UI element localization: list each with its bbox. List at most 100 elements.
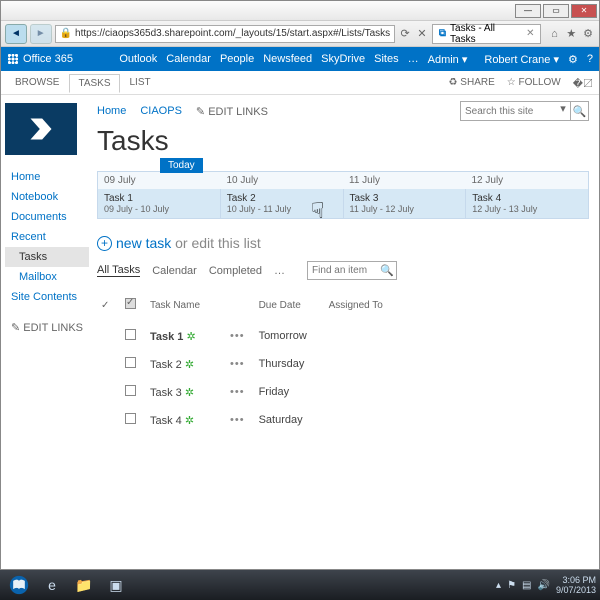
suite-link[interactable]: Admin ▾ (428, 53, 468, 66)
checkbox[interactable] (125, 413, 136, 424)
suite-brand: Office 365 (23, 53, 73, 65)
ribbon-tab-browse[interactable]: BROWSE (7, 74, 67, 91)
checkbox[interactable] (125, 329, 136, 340)
item-menu-icon[interactable]: ••• (230, 386, 245, 398)
nav-edit-links[interactable]: ✎ EDIT LINKS (5, 317, 89, 338)
col-taskname[interactable]: Task Name (146, 294, 226, 322)
find-icon[interactable]: 🔍 (378, 264, 396, 277)
suite-link[interactable]: … (408, 53, 419, 65)
bc-home[interactable]: Home (97, 105, 126, 117)
left-column: Home Notebook Documents Recent Tasks Mai… (1, 95, 93, 569)
browser-tab[interactable]: ⧉Tasks - All Tasks✕ (432, 24, 542, 44)
checkbox[interactable] (125, 357, 136, 368)
plus-icon: + (97, 236, 112, 251)
suite-link[interactable]: People (220, 53, 254, 65)
favorites-icon[interactable]: ★ (564, 27, 578, 41)
home-icon[interactable]: ⌂ (547, 27, 561, 41)
minimize-button[interactable]: — (515, 4, 541, 18)
tray-network-icon[interactable]: ▤ (522, 580, 531, 591)
share-button[interactable]: ♻ SHARE (449, 77, 495, 88)
timeline-date: 12 July (466, 172, 589, 189)
search-button[interactable]: 🔍 (570, 102, 588, 120)
nav-tasks[interactable]: Tasks (5, 247, 89, 267)
nav-sitecontents[interactable]: Site Contents (5, 287, 89, 307)
new-badge-icon: ✲ (185, 359, 194, 371)
focus-icon[interactable]: �〼 (573, 75, 593, 90)
nav-notebook[interactable]: Notebook (5, 187, 89, 207)
view-selector: All Tasks Calendar Completed … 🔍 (97, 261, 589, 280)
taskbar-explorer-icon[interactable]: 📁 (70, 573, 98, 597)
stop-icon[interactable]: ✕ (415, 27, 429, 41)
user-menu[interactable]: Robert Crane ▾ (484, 53, 559, 66)
search-input[interactable] (461, 102, 556, 120)
ribbon-tab-tasks[interactable]: TASKS (69, 74, 119, 93)
view-more[interactable]: … (274, 265, 285, 277)
tray-up-icon[interactable]: ▴ (496, 580, 501, 591)
timeline-task[interactable]: Task 109 July - 10 July (98, 189, 221, 218)
view-all[interactable]: All Tasks (97, 264, 140, 277)
clock[interactable]: 3:06 PM9/07/2013 (556, 575, 596, 595)
title-bar: — ▭ ✕ (1, 1, 599, 21)
find-box[interactable]: 🔍 (307, 261, 397, 280)
refresh-icon[interactable]: ⟳ (398, 27, 412, 41)
follow-button[interactable]: ☆ FOLLOW (507, 77, 561, 88)
bc-edit-links[interactable]: EDIT LINKS (196, 105, 268, 118)
check-all-icon[interactable]: ✓ (101, 300, 109, 311)
suite-link[interactable]: Calendar (166, 53, 211, 65)
timeline-date: 11 July (343, 172, 466, 189)
nav-mailbox[interactable]: Mailbox (5, 267, 89, 287)
tools-icon[interactable]: ⚙ (581, 27, 595, 41)
main-column: Home CIAOPS EDIT LINKS ▾ 🔍 Tasks Today 0… (93, 95, 599, 569)
find-input[interactable] (308, 265, 378, 276)
suite-link[interactable]: SkyDrive (321, 53, 365, 65)
taskbar-ie-icon[interactable]: e (38, 573, 66, 597)
settings-icon[interactable]: ⚙ (568, 53, 578, 66)
table-row[interactable]: Task 3 ✲ ••• Friday (97, 378, 589, 406)
taskbar-app-icon[interactable]: ▣ (102, 573, 130, 597)
site-logo[interactable] (5, 103, 77, 155)
start-button[interactable] (4, 571, 34, 599)
item-menu-icon[interactable]: ••• (230, 358, 245, 370)
new-badge-icon: ✲ (185, 387, 194, 399)
item-menu-icon[interactable]: ••• (230, 330, 245, 342)
suite-link[interactable]: Outlook (119, 53, 157, 65)
item-menu-icon[interactable]: ••• (230, 414, 245, 426)
search-box[interactable]: ▾ 🔍 (460, 101, 589, 121)
col-duedate[interactable]: Due Date (255, 294, 325, 322)
bc-site[interactable]: CIAOPS (140, 105, 182, 117)
help-icon[interactable]: ? (587, 53, 593, 65)
timeline-task[interactable]: Task 311 July - 12 July (344, 189, 467, 218)
search-dropdown-icon[interactable]: ▾ (556, 102, 570, 120)
timeline-task[interactable]: Task 210 July - 11 July (221, 189, 344, 218)
view-completed[interactable]: Completed (209, 265, 262, 277)
maximize-button[interactable]: ▭ (543, 4, 569, 18)
col-assigned[interactable]: Assigned To (325, 294, 589, 322)
tray-flag-icon[interactable]: ⚑ (507, 580, 516, 591)
timeline: Today 09 July 10 July 11 July 12 July Ta… (97, 171, 589, 219)
task-table: ✓ Task Name Due Date Assigned To Task 1 … (97, 294, 589, 434)
ribbon-tab-list[interactable]: LIST (122, 74, 159, 91)
timeline-task[interactable]: Task 412 July - 13 July (466, 189, 588, 218)
table-row[interactable]: Task 1 ✲ ••• Tomorrow (97, 322, 589, 350)
view-calendar[interactable]: Calendar (152, 265, 197, 277)
nav-recent[interactable]: Recent (5, 227, 89, 247)
forward-button[interactable]: ► (30, 24, 52, 44)
tray-volume-icon[interactable]: 🔊 (538, 580, 550, 591)
nav-documents[interactable]: Documents (5, 207, 89, 227)
checkbox[interactable] (125, 385, 136, 396)
tab-close-icon[interactable]: ✕ (526, 28, 534, 39)
quick-launch: Home Notebook Documents Recent Tasks Mai… (5, 167, 89, 338)
back-button[interactable]: ◄ (5, 24, 27, 44)
table-row[interactable]: Task 2 ✲ ••• Thursday (97, 350, 589, 378)
url-field[interactable]: 🔒https://ciaops365d3.sharepoint.com/_lay… (55, 25, 396, 43)
app-launcher-icon[interactable] (7, 53, 19, 65)
complete-header-icon[interactable] (125, 298, 136, 309)
close-button[interactable]: ✕ (571, 4, 597, 18)
suite-link[interactable]: Newsfeed (263, 53, 312, 65)
nav-home[interactable]: Home (5, 167, 89, 187)
address-bar: ◄ ► 🔒https://ciaops365d3.sharepoint.com/… (1, 21, 599, 47)
suite-link[interactable]: Sites (374, 53, 398, 65)
sharepoint-icon: ⧉ (439, 28, 446, 39)
table-row[interactable]: Task 4 ✲ ••• Saturday (97, 406, 589, 434)
new-task-link[interactable]: + new task or edit this list (97, 235, 589, 251)
